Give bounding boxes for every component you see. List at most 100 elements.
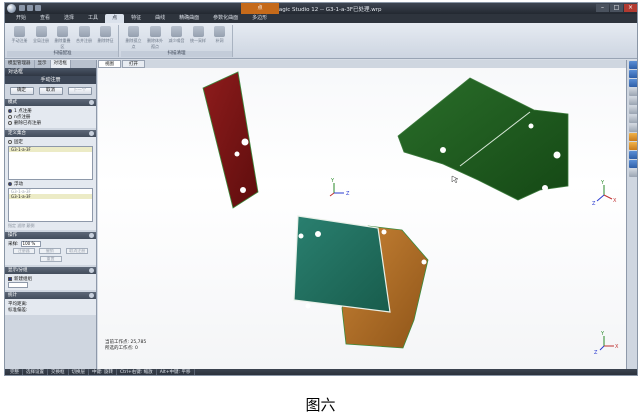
close-button[interactable]: × bbox=[624, 4, 637, 12]
ribbon-button[interactable]: 删除重叠区 bbox=[53, 26, 72, 49]
radio-icon[interactable] bbox=[8, 115, 12, 119]
action-section: 操作 采样: 100 % 注册器 撤销 取消注册重置 bbox=[5, 232, 96, 265]
list-item[interactable]: G3-1-a-3F bbox=[9, 194, 92, 199]
register-button[interactable]: 注册器 bbox=[12, 248, 35, 254]
stats-section-header[interactable]: 统计 bbox=[5, 292, 96, 299]
selected-points-row: 所选的工作点: 0 bbox=[105, 346, 146, 352]
tab-open[interactable]: 打开 bbox=[122, 60, 145, 68]
ribbon-tab[interactable]: 选择 bbox=[57, 14, 81, 23]
tab-display[interactable]: 显示 bbox=[35, 60, 51, 68]
ribbon-button[interactable]: 删除孤立点 bbox=[124, 26, 143, 49]
collapse-icon[interactable] bbox=[89, 293, 94, 298]
ribbon-tabs: 开始 查看 选择 工具点特征 曲线 精确曲面 参数化曲面 多边形 bbox=[5, 14, 637, 23]
red-scan-mesh[interactable] bbox=[202, 71, 259, 209]
cancel-button[interactable]: 取消 bbox=[38, 86, 63, 95]
fit-view-icon[interactable] bbox=[628, 124, 637, 132]
axis-triad-icon: Y Z bbox=[329, 178, 350, 197]
tool-icon bbox=[128, 26, 139, 37]
ribbon-tab[interactable]: 精确曲面 bbox=[172, 14, 206, 23]
tab-dialog[interactable]: 对话框 bbox=[50, 60, 71, 68]
status-item: 选择设置 bbox=[23, 369, 48, 375]
figure-caption: 图六 bbox=[305, 396, 336, 414]
radio-icon[interactable] bbox=[8, 182, 12, 186]
axis-z-label: Z bbox=[592, 201, 596, 207]
view-top-icon[interactable] bbox=[628, 97, 637, 105]
view-bottom-icon[interactable] bbox=[628, 106, 637, 114]
view-right-icon[interactable] bbox=[628, 88, 637, 96]
radio-icon[interactable] bbox=[8, 109, 12, 113]
minimize-button[interactable]: – bbox=[596, 4, 609, 12]
ribbon-button[interactable]: 全局注册 bbox=[32, 26, 51, 49]
rotate-tool-icon[interactable] bbox=[628, 151, 637, 159]
view-left-icon[interactable] bbox=[628, 79, 637, 87]
select-tool-icon[interactable] bbox=[628, 133, 637, 141]
radio-icon[interactable] bbox=[8, 140, 12, 144]
fixed-list[interactable]: G3-1-a-3F bbox=[8, 146, 93, 180]
fixed-option[interactable]: 固定 bbox=[8, 139, 93, 145]
ribbon-tab[interactable]: 特征 bbox=[124, 14, 148, 23]
tool-icon bbox=[214, 26, 225, 37]
group-dropdown[interactable] bbox=[8, 282, 28, 288]
right-toolbar bbox=[626, 60, 637, 369]
floating-list[interactable]: G3-1-a-3F G3-1-a-3F bbox=[8, 188, 93, 222]
side-panel: 模型管理器 显示 对话框 对话框 手动注册 确定 取消 下一个 模式 1 点注册… bbox=[5, 60, 97, 369]
tab-view[interactable]: 视图 bbox=[98, 60, 121, 68]
mode-section-header[interactable]: 模式 bbox=[5, 99, 96, 106]
ribbon-button[interactable]: 手动注册 bbox=[10, 26, 29, 49]
checkbox-icon[interactable] bbox=[8, 277, 12, 281]
zoom-tool-icon[interactable] bbox=[628, 160, 637, 168]
ribbon-group-title: 扫描配准 bbox=[7, 51, 118, 57]
tool-icon bbox=[149, 26, 161, 37]
ribbon-tab[interactable]: 查看 bbox=[33, 14, 57, 23]
tab-model-manager[interactable]: 模型管理器 bbox=[5, 60, 35, 68]
pan-tool-icon[interactable] bbox=[628, 169, 637, 177]
collapse-icon[interactable] bbox=[89, 268, 94, 273]
selected-points-label: 所选的工作点: bbox=[105, 346, 134, 351]
panel-tabs: 模型管理器 显示 对话框 bbox=[5, 60, 96, 68]
selected-points-value: 0 bbox=[134, 346, 138, 351]
application-window: Geomagic Studio 12 -- G3-1-a-3F已处理.wrp 点… bbox=[4, 2, 638, 376]
scan-scene[interactable]: Y Z Y Z X Y X Z bbox=[98, 68, 626, 369]
floating-option[interactable]: 浮动 bbox=[8, 181, 93, 187]
mode-option-label: 删除已有注册 bbox=[14, 121, 41, 126]
view-front-icon[interactable] bbox=[628, 61, 637, 69]
ribbon-tab[interactable]: 工具 bbox=[81, 14, 105, 23]
maximize-button[interactable]: □ bbox=[610, 4, 623, 12]
ribbon-tab[interactable]: 多边形 bbox=[245, 14, 274, 23]
viewport-tabs: 视图 打开 bbox=[98, 60, 626, 68]
reset-button[interactable]: 重置 bbox=[39, 256, 62, 262]
define-section-header[interactable]: 定义集合 bbox=[5, 130, 96, 137]
ribbon-tab[interactable]: 开始 bbox=[9, 14, 33, 23]
undo-button[interactable]: 撤销 bbox=[38, 248, 61, 254]
collapse-icon[interactable] bbox=[89, 131, 94, 136]
green-scan-mesh[interactable] bbox=[397, 77, 569, 201]
status-item: 交换框 bbox=[48, 369, 69, 375]
ribbon-button[interactable]: 统一采样 bbox=[189, 26, 208, 49]
ribbon-tab[interactable]: 点 bbox=[105, 14, 125, 23]
ribbon-button[interactable]: 删除特征 bbox=[96, 26, 115, 49]
display-section-header[interactable]: 显示/分组 bbox=[5, 267, 96, 274]
next-button[interactable]: 下一个 bbox=[67, 86, 92, 95]
ribbon-tab[interactable]: 曲线 bbox=[148, 14, 172, 23]
list-item[interactable]: G3-1-a-3F bbox=[9, 147, 92, 152]
teal-scan-mesh[interactable] bbox=[293, 215, 391, 313]
ribbon-button[interactable]: 补洞 bbox=[210, 26, 229, 49]
ribbon-button[interactable]: 删除体外孤点 bbox=[146, 26, 165, 49]
radio-icon[interactable] bbox=[8, 121, 12, 125]
mode-option[interactable]: 删除已有注册 bbox=[8, 120, 93, 126]
action-section-header[interactable]: 操作 bbox=[5, 232, 96, 239]
3d-viewport[interactable]: 视图 打开 Y Z Y Z X Y X Z 当前工作点: 25,785 所选的工… bbox=[98, 60, 626, 369]
display-section-body: 新建组组 bbox=[5, 274, 96, 290]
unregister-button[interactable]: 取消注册 bbox=[66, 248, 89, 254]
ok-button[interactable]: 确定 bbox=[9, 86, 34, 95]
tool-icon bbox=[171, 26, 182, 37]
ribbon-button[interactable]: 合并注册 bbox=[75, 26, 94, 49]
view-back-icon[interactable] bbox=[628, 70, 637, 78]
ribbon-button[interactable]: 减少噪音 bbox=[167, 26, 186, 49]
collapse-icon[interactable] bbox=[89, 233, 94, 238]
floating-label: 浮动 bbox=[14, 182, 23, 187]
collapse-icon[interactable] bbox=[89, 100, 94, 105]
ribbon-tab[interactable]: 参数化曲面 bbox=[206, 14, 245, 23]
view-iso-icon[interactable] bbox=[628, 115, 637, 123]
lasso-tool-icon[interactable] bbox=[628, 142, 637, 150]
